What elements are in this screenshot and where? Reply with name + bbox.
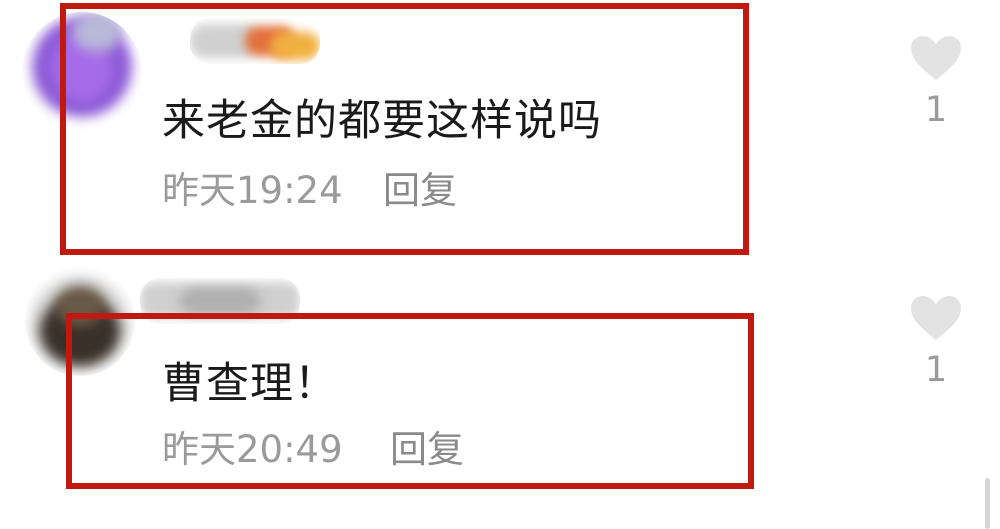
like-count: 1 (924, 90, 948, 130)
like-button[interactable]: 1 (906, 295, 966, 388)
heart-icon (911, 36, 961, 80)
like-count: 1 (924, 350, 948, 390)
like-button[interactable]: 1 (906, 35, 966, 128)
highlight-box (60, 3, 749, 255)
scrollbar[interactable] (985, 478, 990, 529)
highlight-box (66, 313, 754, 489)
heart-icon (911, 296, 961, 340)
